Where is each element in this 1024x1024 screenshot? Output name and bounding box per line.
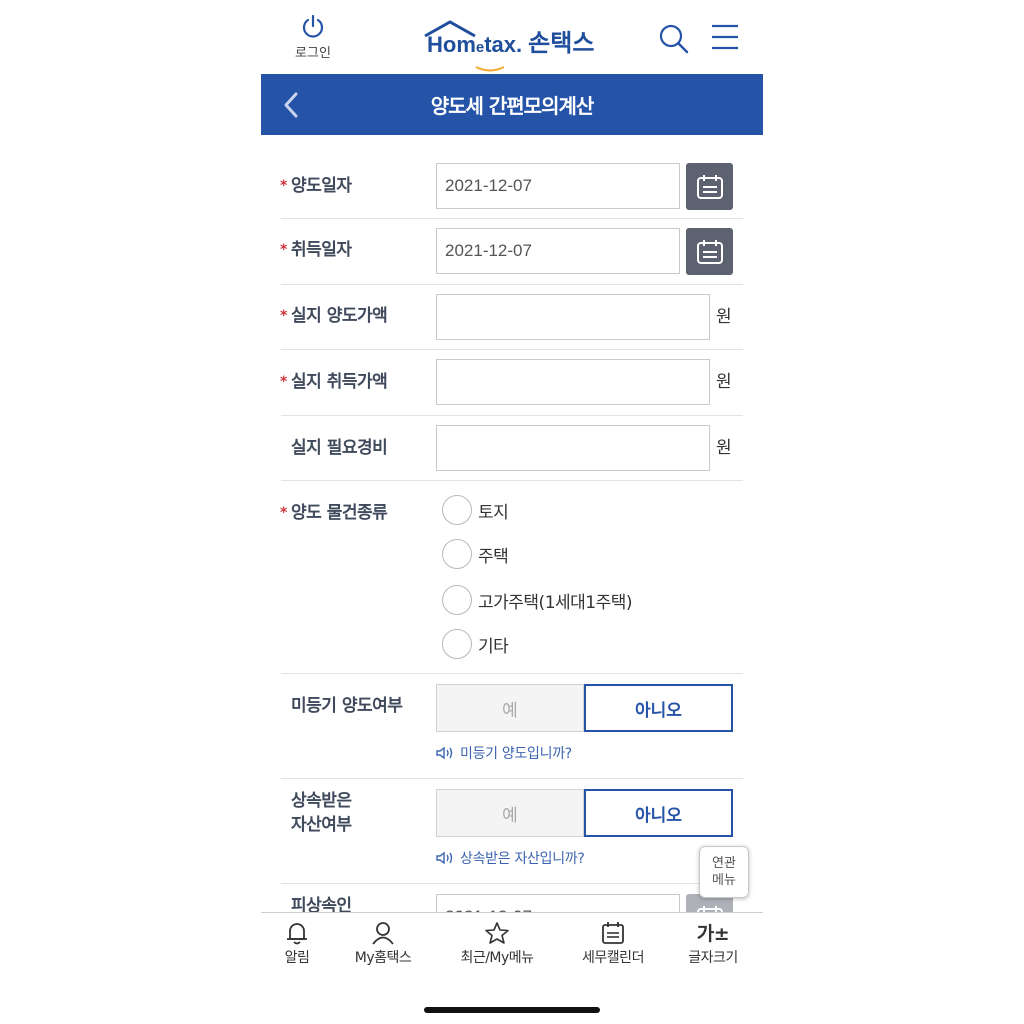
star-icon <box>485 922 509 944</box>
expense-input[interactable] <box>436 425 710 471</box>
unit-won: 원 <box>716 438 732 458</box>
speaker-icon <box>436 746 453 760</box>
radio-circle[interactable] <box>442 629 472 659</box>
bell-icon <box>287 923 307 945</box>
required-mark: * <box>280 242 287 258</box>
transfer-date-calendar-button[interactable] <box>686 163 733 210</box>
logo-sontax: 손택스 <box>528 29 595 57</box>
expense-row: 실지 필요경비 원 <box>281 416 743 481</box>
required-mark: * <box>280 505 287 521</box>
bottom-nav: 알림 My홈택스 최근/My메뉴 세무캘린더 가± 글자크기 <box>261 912 763 974</box>
unregistered-help-link[interactable]: 미등기 양도입니까? <box>436 743 572 763</box>
radio-circle[interactable] <box>442 539 472 569</box>
transfer-date-input[interactable]: 2021-12-07 <box>436 163 680 209</box>
inherited-yes-button[interactable]: 예 <box>436 789 584 837</box>
hamburger-menu-icon <box>712 24 738 50</box>
search-icon <box>659 24 689 54</box>
transfer-price-row: * 실지 양도가액 원 <box>280 285 743 350</box>
inherited-no-button[interactable]: 아니오 <box>584 789 733 837</box>
related-menu-button[interactable]: 연관 메뉴 <box>699 846 749 898</box>
user-icon <box>372 922 394 945</box>
acquire-date-input[interactable]: 2021-12-07 <box>436 228 680 274</box>
search-button[interactable] <box>659 24 689 58</box>
inherited-label: 상속받은 자산여부 <box>291 791 352 835</box>
calendar-icon <box>602 922 624 944</box>
page-header: 양도세 간편모의계산 <box>261 74 763 135</box>
phone-screen: 로그인 Hometax. 손택스 양도세 간편모의계산 * 양도일자 2021-… <box>261 0 763 1024</box>
unregistered-toggle: 예 아니오 <box>436 684 733 732</box>
nav-notifications[interactable]: 알림 <box>279 921 315 967</box>
nav-font-size[interactable]: 가± 글자크기 <box>681 921 745 967</box>
acquire-price-row: * 실지 취득가액 원 <box>280 350 743 416</box>
speaker-icon <box>436 851 453 865</box>
transfer-date-row: * 양도일자 2021-12-07 <box>280 150 743 219</box>
acquire-price-input[interactable] <box>436 359 710 405</box>
radio-land[interactable]: 토지 <box>442 495 509 525</box>
required-mark: * <box>280 178 287 194</box>
radio-circle[interactable] <box>442 585 472 615</box>
logo-roof-icon <box>424 20 476 38</box>
required-mark: * <box>280 374 287 390</box>
acquire-date-calendar-button[interactable] <box>686 228 733 275</box>
radio-circle[interactable] <box>442 495 472 525</box>
login-label: 로그인 <box>295 46 331 61</box>
calculation-form: * 양도일자 2021-12-07 * 취득일자 2021-12-07 * 실지… <box>280 150 743 944</box>
unregistered-yes-button[interactable]: 예 <box>436 684 584 732</box>
logo-swoosh-icon <box>475 66 505 72</box>
unit-won: 원 <box>716 307 732 327</box>
property-type-label: * 양도 물건종류 <box>280 503 388 523</box>
transfer-date-label: * 양도일자 <box>280 176 352 196</box>
radio-luxury-house[interactable]: 고가주택(1세대1주택) <box>442 585 633 615</box>
page-title: 양도세 간편모의계산 <box>430 94 595 118</box>
unit-won: 원 <box>716 372 732 392</box>
radio-other[interactable]: 기타 <box>442 629 509 659</box>
acquire-price-label: * 실지 취득가액 <box>280 372 388 392</box>
inherited-help-link[interactable]: 상속받은 자산입니까? <box>436 848 585 868</box>
nav-tax-calendar[interactable]: 세무캘린더 <box>573 921 653 967</box>
unregistered-label: 미등기 양도여부 <box>291 696 403 716</box>
nav-my-hometax[interactable]: My홈택스 <box>347 921 419 967</box>
unregistered-no-button[interactable]: 아니오 <box>584 684 733 732</box>
radio-house[interactable]: 주택 <box>442 539 509 569</box>
home-indicator[interactable] <box>424 1007 600 1013</box>
logo-text: Hometax. <box>424 20 522 72</box>
transfer-price-label: * 실지 양도가액 <box>280 306 388 326</box>
top-bar: 로그인 Hometax. 손택스 <box>261 0 763 74</box>
calendar-icon <box>696 174 723 199</box>
nav-recent-my-menu[interactable]: 최근/My메뉴 <box>450 921 544 967</box>
unregistered-row: 미등기 양도여부 예 아니오 미등기 양도입니까? <box>281 674 743 779</box>
expense-label: 실지 필요경비 <box>291 438 388 458</box>
transfer-price-input[interactable] <box>436 294 710 340</box>
login-button[interactable]: 로그인 <box>289 14 337 61</box>
required-mark: * <box>280 308 287 324</box>
calendar-icon <box>696 239 723 264</box>
font-size-icon: 가± <box>696 923 730 945</box>
inherited-row: 상속받은 자산여부 예 아니오 상속받은 자산입니까? <box>281 779 743 884</box>
inherited-toggle: 예 아니오 <box>436 789 733 837</box>
menu-button[interactable] <box>711 24 739 54</box>
property-type-row: * 양도 물건종류 토지 주택 고가주택(1세대1주택) 기타 <box>280 481 743 674</box>
hometax-logo[interactable]: Hometax. 손택스 <box>424 18 595 72</box>
acquire-date-label: * 취득일자 <box>280 240 352 260</box>
acquire-date-row: * 취득일자 2021-12-07 <box>280 219 743 285</box>
power-icon <box>302 14 324 38</box>
